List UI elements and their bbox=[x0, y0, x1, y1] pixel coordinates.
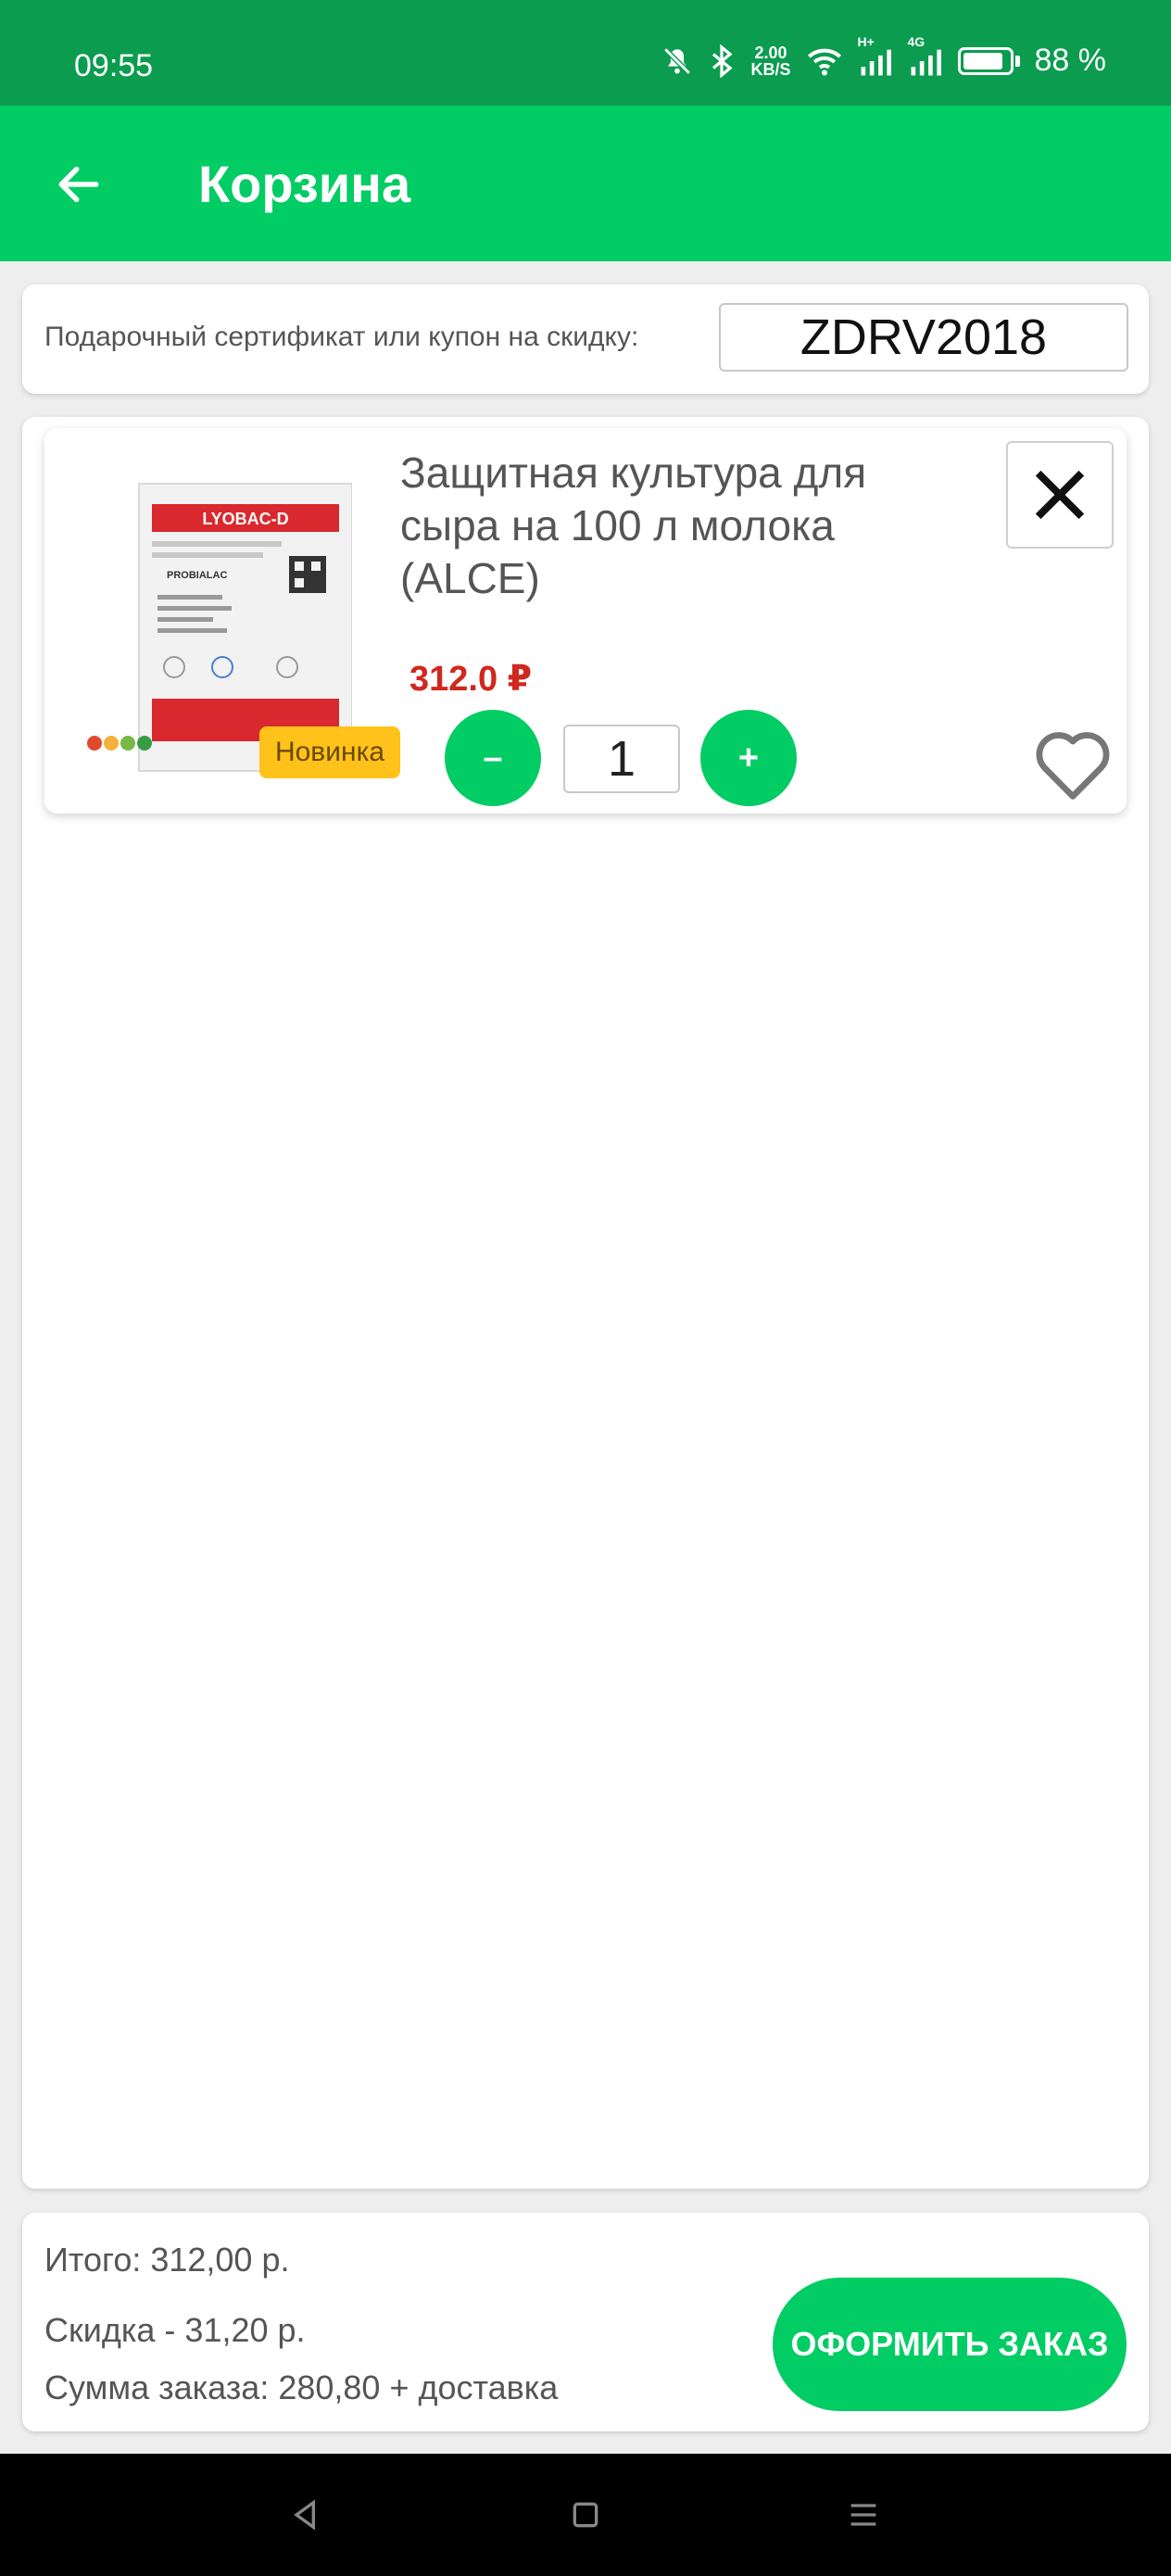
signal-type-2: 4G bbox=[907, 33, 925, 49]
heart-icon bbox=[1036, 732, 1110, 800]
cart-item: LYOBAC-D PROBIALAC Новинка Защитная куль… bbox=[44, 428, 1127, 814]
summary-order-sum: Сумма заказа: 280,80 + доставка bbox=[44, 2368, 559, 2406]
summary-total: Итого: 312,00 р. bbox=[44, 2241, 290, 2279]
system-nav-bar bbox=[0, 2454, 1171, 2576]
checkout-button[interactable]: ОФОРМИТЬ ЗАКАЗ bbox=[773, 2278, 1127, 2411]
menu-lines-icon bbox=[850, 2504, 876, 2526]
coupon-label: Подарочный сертификат или купон на скидк… bbox=[44, 322, 639, 352]
nav-home-button[interactable] bbox=[560, 2489, 611, 2541]
product-title[interactable]: Защитная культура для сыра на 100 л моло… bbox=[400, 447, 975, 605]
battery-percent: 88 % bbox=[1034, 43, 1107, 78]
wifi-icon bbox=[806, 45, 843, 77]
remove-item-button[interactable] bbox=[1006, 441, 1114, 549]
image-brand-text: LYOBAC-D bbox=[202, 510, 288, 528]
status-bar: 09:55 2.00 KB/S H+ 4G 88 % bbox=[0, 0, 1171, 106]
arrow-left-icon bbox=[58, 166, 99, 203]
status-time: 09:55 bbox=[74, 48, 154, 83]
coupon-card: Подарочный сертификат или купон на скидк… bbox=[22, 284, 1149, 394]
battery-icon bbox=[957, 46, 1020, 75]
image-product-text: PROBIALAC bbox=[167, 570, 227, 581]
page-title: Корзина bbox=[198, 155, 411, 213]
product-price: 312.0 ₽ bbox=[409, 660, 533, 699]
close-icon bbox=[1035, 470, 1085, 520]
favorite-button[interactable] bbox=[1028, 723, 1117, 804]
quantity-increase-button[interactable]: + bbox=[700, 710, 797, 806]
quantity-decrease-button[interactable]: – bbox=[445, 710, 541, 806]
order-summary: Итого: 312,00 р. Скидка - 31,20 р. Сумма… bbox=[22, 2213, 1149, 2431]
bluetooth-icon bbox=[708, 44, 736, 78]
new-badge: Новинка bbox=[259, 726, 400, 778]
summary-discount: Скидка - 31,20 р. bbox=[44, 2311, 306, 2349]
quantity-input[interactable]: 1 bbox=[563, 725, 680, 793]
cell-signal-icon: 4G bbox=[908, 34, 943, 77]
triangle-back-icon bbox=[294, 2499, 315, 2531]
battery-tip bbox=[1014, 55, 1020, 67]
battery-body bbox=[957, 46, 1014, 75]
battery-fill bbox=[963, 52, 1002, 69]
net-speed-unit: KB/S bbox=[750, 59, 791, 79]
cell-signal-icon: H+ bbox=[858, 34, 893, 77]
back-button[interactable] bbox=[46, 152, 111, 217]
nav-back-button[interactable] bbox=[280, 2489, 332, 2541]
cart-panel: LYOBAC-D PROBIALAC Новинка Защитная куль… bbox=[22, 417, 1149, 2189]
app-bar: Корзина bbox=[0, 106, 1171, 261]
nav-menu-button[interactable] bbox=[837, 2489, 889, 2541]
square-home-icon bbox=[573, 2502, 598, 2528]
bell-muted-icon bbox=[661, 45, 693, 77]
coupon-input[interactable]: ZDRV2018 bbox=[719, 303, 1128, 372]
net-speed-value: 2.00 bbox=[754, 43, 787, 62]
net-speed: 2.00 KB/S bbox=[750, 44, 790, 78]
signal-type-1: H+ bbox=[857, 33, 875, 49]
status-icons: 2.00 KB/S H+ 4G 88 % bbox=[661, 34, 1107, 79]
